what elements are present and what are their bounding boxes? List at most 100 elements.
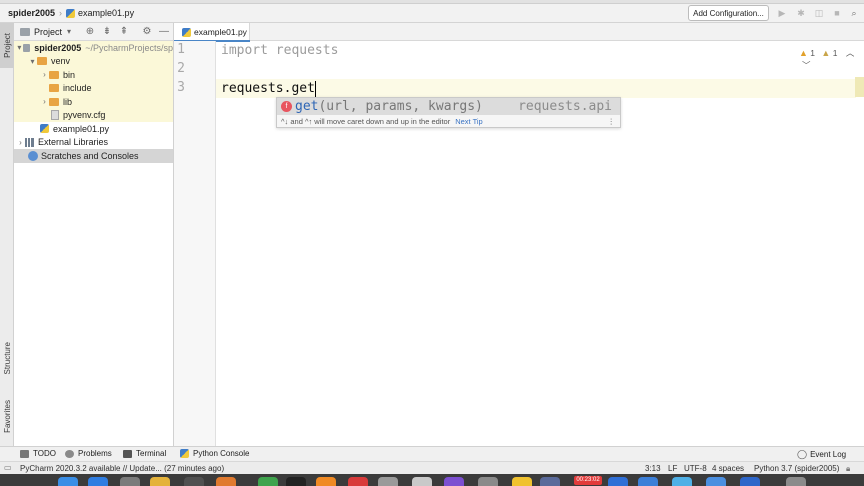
more-options-icon[interactable]: ⋮ <box>608 117 616 126</box>
next-tip-link[interactable]: Next Tip <box>455 117 483 126</box>
folder-icon <box>49 97 59 106</box>
app-icon[interactable] <box>672 477 692 486</box>
completion-name: get <box>295 99 319 114</box>
tab-structure[interactable]: Structure <box>0 333 14 383</box>
tree-item-label: include <box>63 83 92 94</box>
gear-icon[interactable]: ⚙ <box>141 26 153 38</box>
app-icon[interactable] <box>412 477 432 486</box>
tab-favorites[interactable]: Favorites <box>0 391 14 441</box>
debug-icon[interactable]: ✱ <box>796 8 806 18</box>
app-icon[interactable] <box>540 477 560 486</box>
tree-item-example01[interactable]: example01.py <box>14 122 173 136</box>
lock-icon[interactable]: 🔒︎ <box>846 464 850 474</box>
tree-item-scratches[interactable]: Scratches and Consoles <box>14 149 173 163</box>
chevron-right-icon[interactable]: › <box>40 97 49 106</box>
completion-signature: (url, params, kwargs) <box>318 99 483 114</box>
chevron-up-icon[interactable]: ︿ <box>846 48 855 58</box>
app-icon[interactable] <box>740 477 760 486</box>
tab-event-log[interactable]: ◯ Event Log <box>797 449 846 460</box>
app-icon[interactable] <box>478 477 498 486</box>
tab-python-console[interactable]: Python Console <box>180 449 249 458</box>
code-line[interactable] <box>216 60 856 79</box>
chevron-down-icon[interactable]: ﹀ <box>802 60 811 70</box>
trash-icon[interactable] <box>786 477 806 486</box>
folder-icon <box>49 70 59 79</box>
safari-icon[interactable] <box>88 477 108 486</box>
app-icon[interactable] <box>258 477 278 486</box>
app-store-icon[interactable] <box>706 477 726 486</box>
project-panel-title: Project <box>34 26 63 37</box>
tree-item-venv[interactable]: ▾ venv <box>14 54 173 68</box>
tab-example01[interactable]: example01.py <box>174 23 250 42</box>
tree-item-bin[interactable]: › bin <box>14 68 173 82</box>
line-separator[interactable]: LF <box>668 464 677 473</box>
run-icon[interactable]: ▶ <box>777 8 787 18</box>
app-icon[interactable] <box>608 477 628 486</box>
expand-all-icon[interactable]: ⇟ <box>101 26 113 38</box>
app-icon[interactable] <box>120 477 140 486</box>
left-tool-strip: Project Structure Favorites <box>0 23 14 446</box>
tab-problems[interactable]: Problems <box>65 449 112 458</box>
tree-item-root[interactable]: ▾ spider2005 ~/PycharmProjects/sp <box>14 41 173 55</box>
indent-setting[interactable]: 4 spaces <box>712 464 744 473</box>
python-file-icon <box>66 8 76 18</box>
code-line-current[interactable]: requests.get <box>216 79 856 98</box>
editor: example01.py 1 2 3 import requests reque… <box>174 23 864 446</box>
folder-icon <box>49 84 59 93</box>
tab-terminal[interactable]: Terminal <box>123 449 166 458</box>
app-icon[interactable] <box>638 477 658 486</box>
status-panel-icon[interactable]: ▭ <box>4 463 12 472</box>
locate-icon[interactable]: ⊕ <box>84 26 96 38</box>
status-message[interactable]: PyCharm 2020.3.2 available // Update... … <box>20 464 224 473</box>
editor-tab-bar: example01.py <box>174 23 864 42</box>
chevron-right-icon[interactable]: › <box>16 138 25 147</box>
tree-item-lib[interactable]: › lib <box>14 95 173 109</box>
app-icon[interactable] <box>444 477 464 486</box>
tab-project[interactable]: Project <box>0 23 14 68</box>
tree-item-pyvenv[interactable]: pyvenv.cfg <box>14 108 173 122</box>
app-icon[interactable] <box>378 477 398 486</box>
tree-item-external-libraries[interactable]: › External Libraries <box>14 136 173 150</box>
tab-problems-label: Problems <box>78 449 112 458</box>
caret-position[interactable]: 3:13 <box>645 464 661 473</box>
app-icon[interactable] <box>184 477 204 486</box>
inspection-widget[interactable]: ▲ 1 ▲ 1 ︿ ﹀ <box>799 47 864 71</box>
finder-icon[interactable] <box>58 477 78 486</box>
notes-icon[interactable] <box>150 477 170 486</box>
breadcrumb-project[interactable]: spider2005 <box>8 8 55 18</box>
tab-event-log-label: Event Log <box>810 450 847 459</box>
hide-icon[interactable]: — <box>158 26 170 38</box>
coverage-icon[interactable]: ◫ <box>814 8 824 18</box>
app-icon[interactable] <box>316 477 336 486</box>
line-number: 1 <box>177 42 185 57</box>
status-bar: ▭ PyCharm 2020.3.2 available // Update..… <box>0 461 864 474</box>
search-icon[interactable]: ⌕ <box>849 8 859 18</box>
tab-structure-label: Structure <box>2 341 12 375</box>
stop-icon[interactable]: ■ <box>832 8 842 18</box>
project-view-selector[interactable]: Project ▾ <box>20 27 71 37</box>
app-icon[interactable] <box>216 477 236 486</box>
weak-warning-icon: ▲ <box>821 48 831 58</box>
scrollbar-marker[interactable] <box>855 77 864 97</box>
completion-item[interactable]: f get (url, params, kwargs) requests.api <box>277 98 620 115</box>
breadcrumb-file[interactable]: example01.py <box>66 8 134 18</box>
pycharm-icon[interactable] <box>286 477 306 486</box>
chevron-down-icon[interactable]: ▾ <box>28 57 37 66</box>
file-encoding[interactable]: UTF-8 <box>684 464 707 473</box>
collapse-all-icon[interactable]: ⇞ <box>118 26 130 38</box>
tree-item-path: ~/PycharmProjects/sp <box>85 42 173 53</box>
tree-item-include[interactable]: include <box>14 81 173 95</box>
app-icon[interactable] <box>348 477 368 486</box>
app-icon[interactable] <box>512 477 532 486</box>
chevron-down-icon[interactable]: ▾ <box>16 43 23 52</box>
python-interpreter[interactable]: Python 3.7 (spider2005) <box>754 464 839 473</box>
code-line[interactable]: import requests <box>216 41 856 60</box>
chevron-down-icon: ▾ <box>67 27 72 36</box>
project-panel-header: Project ▾ ⊕ ⇟ ⇞ ⚙ — <box>14 23 173 41</box>
chevron-right-icon[interactable]: › <box>40 70 49 79</box>
add-configuration-button[interactable]: Add Configuration... <box>688 5 769 21</box>
line-number-gutter: 1 2 3 <box>174 41 216 446</box>
warning-count: 1 <box>810 48 816 58</box>
python-file-icon <box>40 124 49 134</box>
tab-todo[interactable]: TODO <box>20 449 56 458</box>
